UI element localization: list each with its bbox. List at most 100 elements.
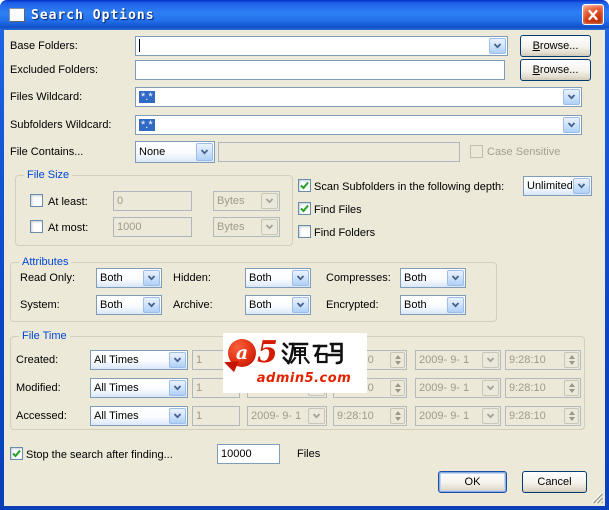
chevron-down-icon[interactable] (169, 380, 186, 396)
file-contains-text-input (218, 142, 460, 162)
chevron-down-icon[interactable] (169, 352, 186, 368)
resize-grip[interactable] (590, 491, 603, 504)
file-size-group-title: File Size (24, 169, 73, 182)
ok-button[interactable]: OK (438, 471, 507, 493)
checkmark-icon (300, 204, 309, 213)
accessed-date-to-picker: 2009- 9- 1 (415, 406, 501, 426)
chevron-down-icon[interactable] (447, 297, 464, 313)
subfolders-wildcard-label: Subfolders Wildcard: (10, 119, 112, 131)
spinner-icon (390, 352, 405, 368)
chevron-down-icon (482, 352, 499, 368)
archive-combobox[interactable]: Both (245, 295, 311, 315)
modified-label: Modified: (16, 382, 61, 394)
excluded-folders-label: Excluded Folders: (10, 64, 99, 76)
chevron-down-icon[interactable] (196, 143, 213, 161)
accessed-date-from-picker: 2009- 9- 1 (247, 406, 327, 426)
subfolders-wildcard-combobox[interactable]: *.* (135, 115, 582, 135)
files-wildcard-combobox[interactable]: *.* (135, 87, 582, 107)
chevron-down-icon[interactable] (292, 297, 309, 313)
file-time-group-title: File Time (19, 330, 70, 343)
chevron-down-icon (261, 219, 278, 235)
spinner-icon (564, 408, 579, 424)
base-folders-browse-button[interactable]: Browse... (520, 35, 591, 57)
chevron-down-icon[interactable] (573, 178, 590, 194)
cancel-button[interactable]: Cancel (522, 471, 587, 493)
find-folders-label: Find Folders (314, 227, 376, 239)
selected-text: *.* (139, 90, 155, 103)
system-label: System: (20, 299, 60, 311)
stop-search-checkbox[interactable] (10, 447, 23, 460)
at-most-unit-combobox: Bytes (213, 217, 280, 237)
at-least-label: At least: (48, 196, 88, 208)
find-files-label: Find Files (314, 204, 362, 216)
chevron-down-icon[interactable] (143, 297, 160, 313)
chevron-down-icon[interactable] (489, 38, 506, 54)
modified-date-to-picker: 2009- 9- 1 (415, 378, 501, 398)
titlebar[interactable]: Search Options (0, 0, 609, 30)
base-folders-combobox[interactable] (135, 36, 508, 56)
chevron-down-icon (482, 408, 499, 424)
search-options-dialog: Search Options Base Folders: Browse... E… (0, 0, 609, 510)
file-contains-mode-combobox[interactable]: None (135, 141, 215, 163)
checkmark-icon (12, 449, 21, 458)
chevron-down-icon (261, 193, 278, 209)
a5-logo-circle: a (222, 339, 256, 373)
accessed-count-input (192, 406, 240, 426)
chevron-down-icon[interactable] (563, 117, 580, 133)
chevron-down-icon[interactable] (292, 270, 309, 286)
chevron-down-icon[interactable] (169, 408, 186, 424)
created-mode-combobox[interactable]: All Times (90, 350, 188, 370)
x-icon (588, 9, 598, 20)
at-most-checkbox[interactable] (30, 220, 43, 233)
read-only-combobox[interactable]: Both (96, 268, 162, 288)
at-most-label: At most: (48, 222, 89, 234)
modified-time-to-spinner: 9:28:10 (505, 378, 581, 398)
modified-mode-combobox[interactable]: All Times (90, 378, 188, 398)
scan-subfolders-checkbox[interactable] (298, 179, 311, 192)
admin5-site-text: admin5.com (256, 371, 352, 386)
attributes-group-title: Attributes (19, 256, 72, 269)
stop-search-count-input[interactable] (217, 444, 280, 464)
created-label: Created: (16, 354, 59, 366)
stop-search-label: Stop the search after finding... (26, 449, 173, 461)
system-combobox[interactable]: Both (96, 295, 162, 315)
encrypted-combobox[interactable]: Both (400, 295, 466, 315)
text-caret (139, 39, 140, 53)
find-files-checkbox[interactable] (298, 202, 311, 215)
scan-subfolders-label: Scan Subfolders in the following depth: (314, 181, 505, 193)
depth-combobox[interactable]: Unlimited (523, 176, 592, 196)
hidden-combobox[interactable]: Both (245, 268, 311, 288)
at-least-unit-combobox: Bytes (213, 191, 280, 211)
accessed-mode-combobox[interactable]: All Times (90, 406, 188, 426)
base-folders-label: Base Folders: (10, 40, 78, 52)
read-only-label: Read Only: (20, 272, 76, 284)
archive-label: Archive: (173, 299, 213, 311)
accessed-time-from-spinner: 9:28:10 (333, 406, 407, 426)
yuanma-cjk-glyphs (281, 342, 343, 365)
a5-logo-five: 5 (257, 335, 278, 370)
compresses-combobox[interactable]: Both (400, 268, 466, 288)
encrypted-label: Encrypted: (326, 299, 379, 311)
chevron-down-icon[interactable] (447, 270, 464, 286)
close-button[interactable] (582, 4, 604, 25)
created-time-to-spinner: 9:28:10 (505, 350, 581, 370)
case-sensitive-label: Case Sensitive (487, 146, 561, 158)
spinner-icon (564, 352, 579, 368)
watermark-admin5: a 5 源码 admin5.com (222, 333, 367, 393)
files-unit-label: Files (297, 448, 321, 460)
window-icon (9, 8, 25, 22)
spinner-icon (390, 380, 405, 396)
dialog-body: Base Folders: Browse... Excluded Folders… (4, 30, 605, 506)
find-folders-checkbox[interactable] (298, 225, 311, 238)
chevron-down-icon[interactable] (563, 89, 580, 105)
at-least-checkbox[interactable] (30, 194, 43, 207)
chevron-down-icon (482, 380, 499, 396)
excluded-folders-browse-button[interactable]: Browse... (520, 59, 591, 81)
files-wildcard-label: Files Wildcard: (10, 91, 83, 103)
excluded-folders-input[interactable] (135, 60, 505, 80)
at-least-value-input (113, 191, 192, 211)
checkmark-icon (300, 181, 309, 190)
accessed-time-to-spinner: 9:28:10 (505, 406, 581, 426)
compresses-label: Compresses: (326, 272, 391, 284)
chevron-down-icon[interactable] (143, 270, 160, 286)
